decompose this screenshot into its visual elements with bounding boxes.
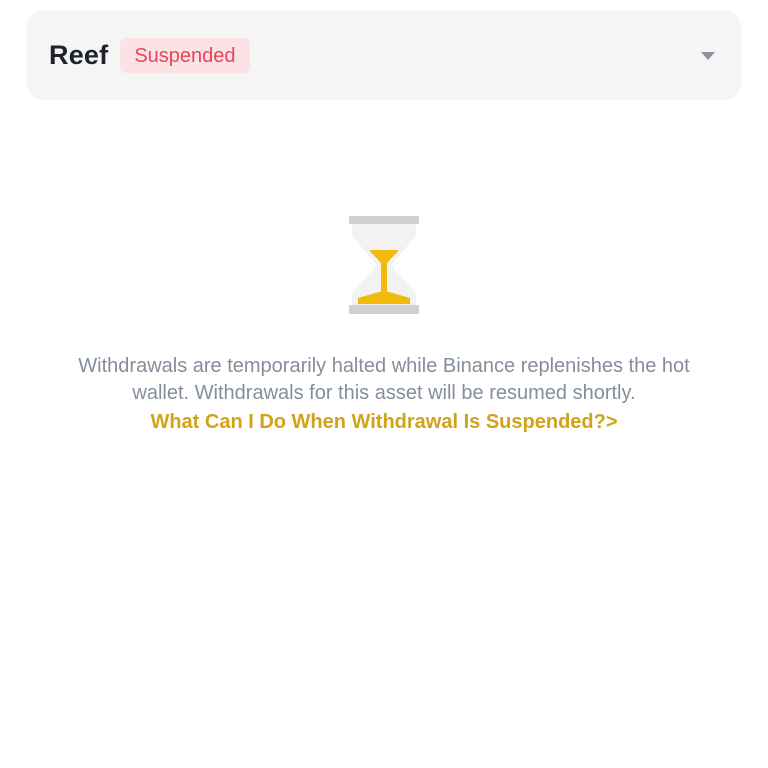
hourglass-icon <box>349 216 419 314</box>
status-badge: Suspended <box>120 38 250 73</box>
caret-down-icon[interactable] <box>699 47 717 65</box>
message-line: Withdrawals are temporarily halted while… <box>78 355 690 377</box>
withdrawal-suspended-help-link[interactable]: What Can I Do When Withdrawal Is Suspend… <box>0 409 768 436</box>
suspension-message: Withdrawals are temporarily halted while… <box>0 353 768 407</box>
asset-network-dropdown[interactable]: Reef Suspended <box>27 11 741 100</box>
withdrawal-page: Reef Suspended Withdrawals are temporari… <box>0 0 768 768</box>
message-line: wallet. Withdrawals for this asset will … <box>132 382 636 404</box>
asset-name: Reef <box>49 40 109 70</box>
